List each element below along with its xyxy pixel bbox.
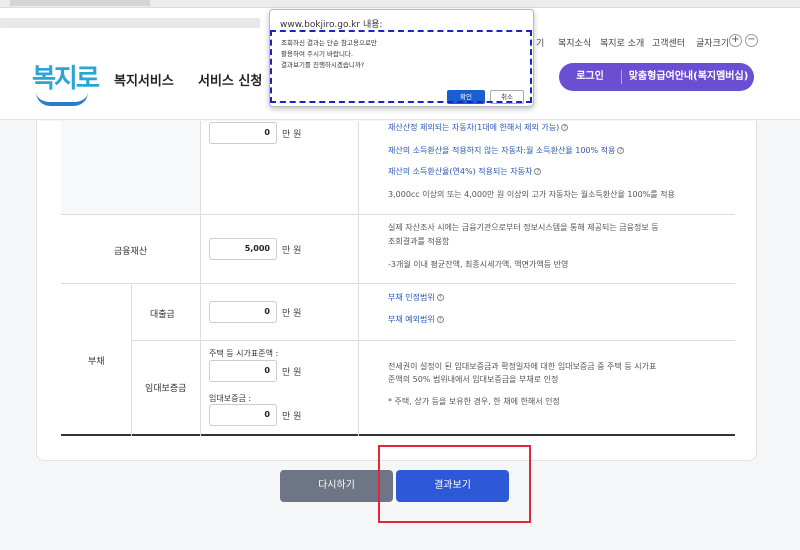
unit-label: 만 원 — [282, 368, 302, 378]
note-text: 재산의 소득환산율(연4%) 적용되는 자동차 — [388, 167, 533, 176]
link-text: 부채 예외범위 — [388, 315, 435, 324]
unit-label: 만 원 — [282, 309, 302, 319]
financial-note: 실제 자산조사 시에는 금융기관으로부터 정보시스템을 통해 제공되는 금융정보… — [388, 223, 659, 232]
divider — [61, 214, 735, 215]
help-icon[interactable]: ? — [436, 294, 444, 301]
divider — [131, 340, 735, 341]
unit-label: 만 원 — [282, 412, 302, 422]
help-icon[interactable]: ? — [534, 168, 542, 175]
login-bar: 로그인 맞춤형급여안내(복지멤버십) — [559, 63, 754, 91]
financial-note: -3개월 이내 평균잔액, 최종시세가액, 액면가액등 반영 — [388, 260, 569, 269]
divider — [200, 121, 201, 436]
blurred-banner — [0, 18, 260, 28]
divider — [621, 70, 622, 84]
deposit-label: 임대보증금 — [145, 384, 187, 394]
divider — [358, 121, 359, 436]
unit-label: 만 원 — [282, 246, 302, 256]
browser-url-bar — [0, 0, 800, 8]
help-icon[interactable]: ? — [561, 124, 569, 131]
help-icon[interactable]: ? — [617, 147, 625, 154]
deposit-note: 준액의 50% 범위내에서 임대보증금을 부채로 인정 — [388, 375, 559, 384]
util-news[interactable]: 복지소식 — [558, 36, 591, 49]
financial-assets-input[interactable]: 5,000 — [209, 238, 277, 260]
highlight-box — [378, 445, 531, 523]
util-font-size-label: 글자크기 — [696, 39, 730, 49]
help-icon[interactable]: ? — [436, 316, 444, 323]
util-customer-center[interactable]: 고객센터 — [652, 36, 685, 49]
house-price-label: 주택 등 시가표준액 : — [209, 349, 279, 358]
reset-button[interactable]: 다시하기 — [280, 470, 393, 502]
logo-smile-icon — [36, 92, 88, 106]
divider — [61, 283, 735, 284]
dialog-title: www.bokjiro.go.kr 내용: — [280, 20, 383, 30]
blurred-url — [10, 0, 150, 6]
vehicle-value-input[interactable]: 0 — [209, 122, 277, 144]
note-text: 재산산정 제외되는 자동차(1대에 한해서 제외 가능) — [388, 123, 560, 132]
vehicle-note-link-2[interactable]: 재산의 소득환산을 적용하지 않는 자동차:월 소득환산율 100% 적용? — [388, 145, 625, 156]
zoom-out-button[interactable]: − — [745, 34, 758, 47]
login-button[interactable]: 로그인 — [559, 63, 621, 91]
vehicle-note-link-3[interactable]: 재산의 소득환산율(연4%) 적용되는 자동차? — [388, 166, 542, 177]
house-price-input[interactable]: 0 — [209, 360, 277, 382]
unit-label: 만 원 — [282, 130, 302, 140]
financial-assets-label: 금융재산 — [114, 247, 148, 257]
highlight-box — [270, 30, 532, 103]
vehicle-note: 3,000cc 이상의 또는 4,000만 원 이상의 고가 자동차는 월소득환… — [388, 190, 675, 199]
deposit-note: * 주택, 상가 등을 보유한 경우, 한 채에 한해서 인정 — [388, 397, 560, 406]
benefit-guide-button[interactable]: 맞춤형급여안내(복지멤버십) — [623, 63, 754, 91]
financial-note: 조회결과를 적용함 — [388, 237, 450, 246]
loan-label: 대출금 — [150, 310, 175, 320]
note-text: 재산의 소득환산을 적용하지 않는 자동차:월 소득환산율 100% 적용 — [388, 146, 616, 155]
debt-label: 부채 — [88, 357, 105, 367]
zoom-in-button[interactable]: + — [729, 34, 742, 47]
vehicle-note-link-1[interactable]: 재산산정 제외되는 자동차(1대에 한해서 제외 가능)? — [388, 122, 569, 133]
label-cell — [61, 121, 200, 214]
divider — [131, 283, 132, 436]
site-logo[interactable]: 복지로 — [32, 58, 100, 95]
deposit-note: 전세권이 설정이 된 임대보증금과 확정일자에 대한 임대보증금 중 주택 등 … — [388, 362, 657, 371]
deposit-input[interactable]: 0 — [209, 404, 277, 426]
deposit-sub-label: 임대보증금 : — [209, 394, 252, 403]
loan-input[interactable]: 0 — [209, 301, 277, 323]
nav-welfare-services[interactable]: 복지서비스 — [114, 70, 174, 89]
debt-exception-range-link[interactable]: 부채 예외범위? — [388, 314, 444, 325]
util-about[interactable]: 복지로 소개 — [600, 36, 644, 49]
nav-service-apply[interactable]: 서비스 신청 — [198, 70, 262, 89]
debt-recognition-range-link[interactable]: 부채 인정범위? — [388, 292, 444, 303]
link-text: 부채 인정범위 — [388, 293, 435, 302]
util-cut-off[interactable]: 기 — [536, 36, 544, 49]
